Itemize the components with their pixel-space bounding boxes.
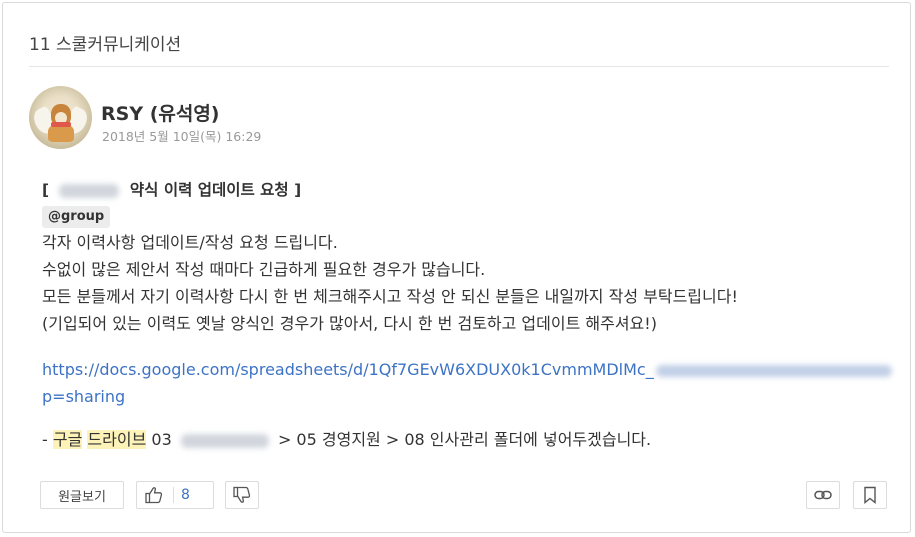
highlight-drive: 드라이브 [87,430,147,449]
link-icon [813,485,833,505]
drive-path-line: - 구글 드라이브 03 > 05 경영지원 > 08 인사관리 폴더에 넣어두… [42,430,652,449]
post-body: [ 약식 이력 업데이트 요청 ] @group 각자 이력사항 업데이트/작성… [42,179,892,453]
like-count: 8 [181,487,190,503]
redacted-folder [180,433,269,448]
mention-tag[interactable]: @group [42,206,111,228]
dislike-button[interactable] [225,481,259,509]
thumbs-up-icon [144,485,164,505]
post-card: 11 스쿨커뮤니케이션 RSY (유석영) 2018년 5월 10일(목) 16… [2,2,911,533]
view-original-button[interactable]: 원글보기 [40,481,124,509]
body-line-1: 각자 이력사항 업데이트/작성 요청 드립니다. [42,233,338,252]
post-title-bracket: [ [42,181,50,199]
like-button[interactable]: 8 [136,481,214,509]
bookmark-icon [860,485,880,505]
drive-folder-number: 03 [151,430,172,449]
thumbs-down-icon [232,485,252,505]
post-date: 2018년 5월 10일(목) 16:29 [102,129,262,144]
redacted-link [655,364,892,377]
link-tail: p=sharing [42,387,126,406]
header-divider [29,66,889,67]
link-text: https://docs.google.com/spreadsheets/d/1… [42,360,654,379]
post-title: [ 약식 이력 업데이트 요청 ] [42,179,892,201]
drive-path-rest: > 05 경영지원 > 08 인사관리 폴더에 넣어두겠습니다. [277,430,652,449]
bookmark-button[interactable] [853,481,887,509]
body-line-4: (기입되어 있는 이력도 옛날 양식인 경우가 많아서, 다시 한 번 검토하고… [42,314,657,333]
group-title: 11 스쿨커뮤니케이션 [29,35,182,55]
highlight-google: 구글 [52,430,83,449]
body-line-2: 수없이 많은 제안서 작성 때마다 긴급하게 필요한 경우가 많습니다. [42,260,486,279]
copy-link-button[interactable] [806,481,840,509]
redacted-text [58,183,119,198]
spreadsheet-link[interactable]: https://docs.google.com/spreadsheets/d/1… [42,356,892,410]
body-line-3: 모든 분들께서 자기 이력사항 다시 한 번 체크해주시고 작성 안 되신 분들… [42,287,738,306]
author-name[interactable]: RSY (유석영) [101,99,220,126]
post-title-text: 약식 이력 업데이트 요청 ] [129,181,302,199]
avatar[interactable] [29,86,92,149]
